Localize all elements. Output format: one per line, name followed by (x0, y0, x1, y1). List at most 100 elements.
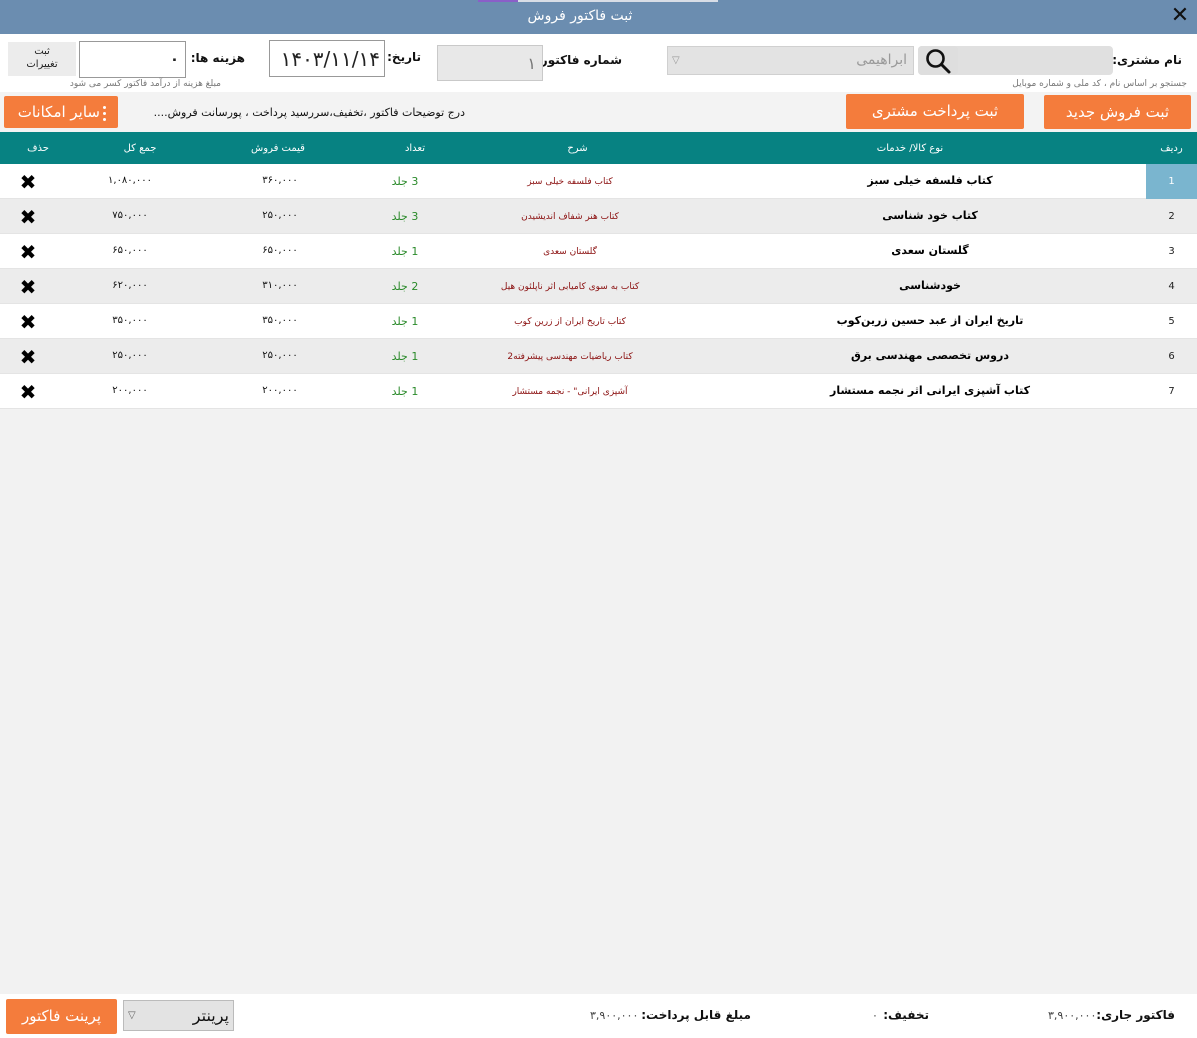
item-description: گلستان سعدی (543, 247, 597, 257)
row-number: 2 (1168, 211, 1175, 222)
item-total: ۲۵۰,۰۰۰ (112, 350, 148, 361)
items-table-header: ردیف نوع کالا/ خدمات شرح تعداد قیمت فروش… (0, 132, 1197, 164)
item-price: ۲۵۰,۰۰۰ (262, 350, 298, 361)
delete-icon[interactable]: ✖ (10, 275, 46, 299)
items-table-body: 1 کتاب فلسفه خیلی سبز کتاب فلسفه خیلی سب… (0, 164, 1197, 409)
action-bar: ثبت فروش جدید ثبت پرداخت مشتری درج توضیح… (0, 92, 1197, 132)
row-number: 1 (1168, 176, 1175, 187)
title-bar: ثبت فاکتور فروش ✕ (0, 0, 1197, 34)
invoice-header-form: نام مشتری: ابراهیمی ▽ جستجو بر اساس نام … (0, 34, 1197, 92)
more-vertical-icon (100, 103, 108, 129)
item-name: کتاب خود شناسی (882, 209, 978, 222)
table-row[interactable]: 1 کتاب فلسفه خیلی سبز کتاب فلسفه خیلی سب… (0, 164, 1197, 199)
item-price: ۳۶۰,۰۰۰ (262, 175, 298, 186)
item-quantity: 3 جلد (391, 175, 419, 188)
payable-label: مبلغ قابل پرداخت: (641, 1008, 751, 1022)
current-invoice-label: فاکتور جاری: (1096, 1008, 1175, 1022)
row-number-cell: 1 (1146, 164, 1197, 199)
costs-field[interactable]: ۰ (79, 41, 186, 78)
item-total: ۶۵۰,۰۰۰ (112, 245, 148, 256)
item-price: ۲۵۰,۰۰۰ (262, 210, 298, 221)
item-description: کتاب به سوی کامیابی اثر ناپلئون هیل (500, 282, 640, 292)
item-price: ۳۵۰,۰۰۰ (262, 315, 298, 326)
payable-value: ۳,۹۰۰,۰۰۰ (590, 1009, 639, 1022)
item-name: گلستان سعدی (891, 244, 969, 257)
item-quantity: 1 جلد (391, 245, 419, 258)
date-field[interactable]: ۱۴۰۳/۱۱/۱۴ (269, 40, 385, 77)
invoice-description-link[interactable]: درج توضیحات فاکتور ،تخفیف،سررسید پرداخت … (120, 106, 465, 119)
delete-icon[interactable]: ✖ (10, 310, 46, 334)
item-quantity: 1 جلد (391, 385, 419, 398)
item-name: دروس تخصصی مهندسی برق (850, 349, 1010, 362)
item-name: کتاب آشپزی ایرانی اثر نجمه مستشار (830, 384, 1030, 397)
col-unit-price: قیمت فروش (251, 143, 305, 154)
item-description: کتاب ریاضیات مهندسی پیشرفته2 (507, 352, 633, 362)
date-label: تاریخ: (387, 50, 421, 64)
item-price: ۳۱۰,۰۰۰ (262, 280, 298, 291)
delete-icon[interactable]: ✖ (10, 240, 46, 264)
table-row[interactable]: 2 کتاب خود شناسی کتاب هنر شفاف اندیشیدن … (0, 199, 1197, 234)
table-row[interactable]: 4 خودشناسی کتاب به سوی کامیابی اثر ناپلئ… (0, 269, 1197, 304)
item-quantity: 2 جلد (391, 280, 419, 293)
row-number: 5 (1168, 316, 1175, 327)
table-row[interactable]: 7 کتاب آشپزی ایرانی اثر نجمه مستشار آشپز… (0, 374, 1197, 409)
save-changes-label-2: تغییرات (26, 59, 58, 70)
invoice-number-field: ۱ (437, 45, 543, 81)
customer-label: نام مشتری: (1112, 53, 1182, 67)
item-total: ۱,۰۸۰,۰۰۰ (108, 175, 152, 186)
row-number-cell: 5 (1146, 304, 1197, 339)
close-icon[interactable]: ✕ (1169, 5, 1191, 27)
chevron-down-icon: ▽ (128, 1010, 136, 1021)
search-icon (926, 48, 951, 73)
chevron-down-icon: ▽ (672, 55, 680, 66)
item-total: ۷۵۰,۰۰۰ (112, 210, 148, 221)
invoice-footer: فاکتور جاری: ۳,۹۰۰,۰۰۰ تخفیف: ۰ مبلغ قاب… (0, 994, 1197, 1038)
table-row[interactable]: 3 گلستان سعدی گلستان سعدی 1 جلد ۶۵۰,۰۰۰ … (0, 234, 1197, 269)
customer-select[interactable]: ابراهیمی ▽ (667, 46, 914, 75)
search-button[interactable] (918, 46, 958, 75)
item-total: ۶۲۰,۰۰۰ (112, 280, 148, 291)
save-changes-button[interactable]: ثبت تغییرات (8, 42, 76, 76)
costs-hint: مبلغ هزینه از درآمد فاکتور کسر می شود (69, 79, 221, 89)
delete-icon[interactable]: ✖ (10, 205, 46, 229)
item-name: خودشناسی (899, 279, 961, 292)
item-quantity: 3 جلد (391, 210, 419, 223)
printer-select[interactable]: پرینتر ▽ (123, 1000, 234, 1031)
col-total: جمع کل (123, 143, 157, 154)
row-number: 7 (1168, 386, 1175, 397)
customer-payment-button[interactable]: ثبت پرداخت مشتری (846, 94, 1024, 129)
item-quantity: 1 جلد (391, 315, 419, 328)
item-description: کتاب هنر شفاف اندیشیدن (521, 212, 619, 222)
item-description: کتاب فلسفه خیلی سبز (527, 177, 613, 187)
delete-icon[interactable]: ✖ (10, 170, 46, 194)
row-number: 3 (1168, 246, 1175, 257)
delete-icon[interactable]: ✖ (10, 380, 46, 404)
print-invoice-button[interactable]: پرینت فاکتور (6, 999, 117, 1034)
item-description: کتاب تاریخ ایران از زرین کوب (514, 317, 626, 327)
col-description: شرح (567, 143, 588, 154)
item-description: آشپزی ایرانی" - نجمه مستشار (512, 387, 628, 397)
discount-value: ۰ (872, 1009, 878, 1022)
more-options-button[interactable]: سایر امکانات (4, 96, 118, 128)
row-number-cell: 4 (1146, 269, 1197, 304)
item-total: ۳۵۰,۰۰۰ (112, 315, 148, 326)
new-sale-button[interactable]: ثبت فروش جدید (1044, 95, 1191, 129)
row-number: 4 (1168, 281, 1175, 292)
current-invoice-value: ۳,۹۰۰,۰۰۰ (1048, 1009, 1097, 1022)
col-delete: حذف (27, 143, 49, 154)
invoice-number-value: ۱ (527, 54, 536, 73)
col-item-type: نوع کالا/ خدمات (876, 143, 944, 154)
table-row[interactable]: 5 تاریخ ایران از عبد حسین زرین‌کوب کتاب … (0, 304, 1197, 339)
costs-value: ۰ (169, 50, 179, 68)
more-options-label: سایر امکانات (17, 103, 100, 121)
printer-select-value: پرینتر (192, 1006, 229, 1025)
row-number-cell: 6 (1146, 339, 1197, 374)
window-title: ثبت فاکتور فروش (527, 8, 633, 24)
row-number-cell: 2 (1146, 199, 1197, 234)
table-row[interactable]: 6 دروس تخصصی مهندسی برق کتاب ریاضیات مهن… (0, 339, 1197, 374)
discount-label: تخفیف: (883, 1008, 929, 1022)
delete-icon[interactable]: ✖ (10, 345, 46, 369)
item-quantity: 1 جلد (391, 350, 419, 363)
invoice-number-label: شماره فاکتور: (536, 53, 622, 67)
row-number-cell: 7 (1146, 374, 1197, 409)
